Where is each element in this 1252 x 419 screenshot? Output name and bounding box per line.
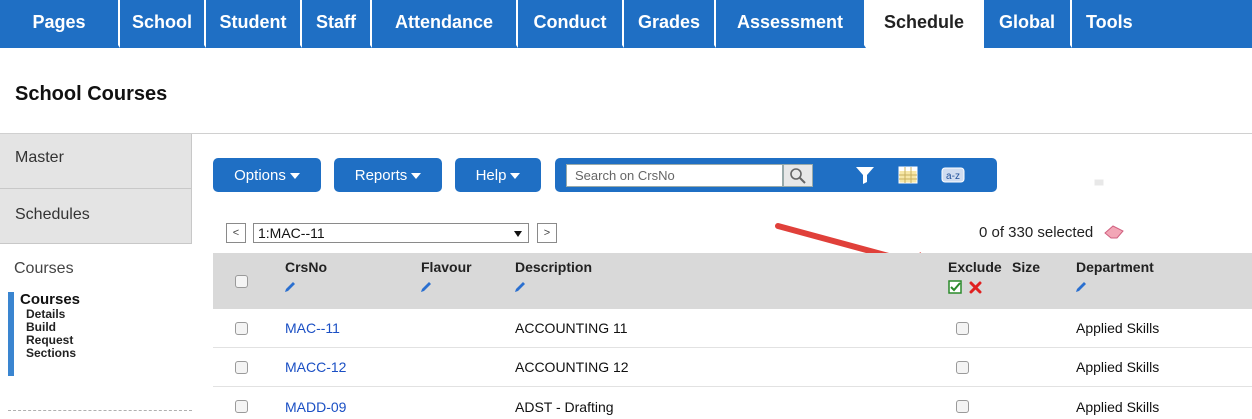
column-header-description[interactable]: Description bbox=[515, 259, 592, 275]
exclude-checkbox[interactable] bbox=[956, 322, 969, 335]
next-record-button[interactable]: > bbox=[537, 223, 557, 243]
tab-label: Staff bbox=[316, 12, 356, 32]
tab-label: Attendance bbox=[394, 12, 493, 32]
sidebar-tab-schedules[interactable]: Schedules bbox=[0, 189, 192, 244]
tab-schedule[interactable]: Schedule bbox=[866, 0, 984, 48]
exclude-checkbox[interactable] bbox=[956, 361, 969, 374]
options-button[interactable]: Options bbox=[213, 158, 321, 192]
table-row[interactable]: MADD-09 ADST - Drafting Applied Skills bbox=[213, 387, 1252, 419]
tab-student[interactable]: Student bbox=[206, 0, 302, 48]
table-header: CrsNo Flavour Description Exclude Size D… bbox=[213, 253, 1252, 309]
print-icon[interactable] bbox=[1089, 165, 1109, 187]
eraser-icon[interactable] bbox=[1103, 224, 1125, 240]
department-cell: Applied Skills bbox=[1076, 359, 1160, 375]
department-cell: Applied Skills bbox=[1076, 320, 1160, 336]
search-input[interactable] bbox=[566, 164, 783, 187]
description-cell: ACCOUNTING 12 bbox=[515, 359, 629, 375]
column-header-department[interactable]: Department bbox=[1076, 259, 1154, 275]
help-label: Help bbox=[475, 166, 507, 184]
prev-record-button[interactable]: < bbox=[226, 223, 246, 243]
filter-icon[interactable] bbox=[854, 165, 876, 185]
check-all-icon[interactable] bbox=[948, 280, 962, 294]
tab-tools[interactable]: Tools bbox=[1072, 0, 1252, 48]
top-nav: Pages School Student Staff Attendance Co… bbox=[0, 0, 1252, 48]
tab-school[interactable]: School bbox=[120, 0, 206, 48]
edit-pencil-icon[interactable] bbox=[420, 281, 432, 293]
record-select-value: 1:MAC--11 bbox=[258, 225, 325, 241]
next-label: > bbox=[543, 227, 551, 239]
sidebar-subnav-title[interactable]: Courses bbox=[20, 292, 192, 308]
select-all-checkbox[interactable] bbox=[235, 275, 248, 288]
sidebar-subnav: Courses Details Build Request Sections bbox=[8, 292, 192, 376]
dropdown-arrow-icon bbox=[514, 231, 522, 237]
page-title: School Courses bbox=[15, 83, 168, 105]
exclude-checkbox[interactable] bbox=[956, 400, 969, 413]
edit-pencil-icon[interactable] bbox=[514, 281, 526, 293]
caret-down-icon bbox=[289, 173, 300, 179]
description-cell: ACCOUNTING 11 bbox=[515, 320, 628, 336]
tab-label: School bbox=[131, 12, 192, 32]
tab-assessment[interactable]: Assessment bbox=[716, 0, 866, 48]
svg-text:a-z: a-z bbox=[946, 171, 960, 182]
tab-label: Assessment bbox=[736, 12, 844, 32]
sidebar-item-sections[interactable]: Sections bbox=[20, 347, 192, 360]
selection-count-text: 0 of 330 selected bbox=[979, 224, 1094, 241]
sort-az-icon[interactable]: a-z bbox=[941, 165, 965, 185]
edit-pencil-icon[interactable] bbox=[284, 281, 296, 293]
sidebar-tab-master[interactable]: Master bbox=[0, 134, 192, 189]
table-row[interactable]: MACC-12 ACCOUNTING 12 Applied Skills bbox=[213, 348, 1252, 387]
tab-label: Global bbox=[998, 12, 1055, 32]
column-header-size[interactable]: Size bbox=[1012, 259, 1040, 275]
tab-label: Student bbox=[219, 12, 287, 32]
description-cell: ADST - Drafting bbox=[515, 399, 614, 415]
tab-attendance[interactable]: Attendance bbox=[372, 0, 518, 48]
tab-label: Pages bbox=[32, 12, 86, 32]
sidebar-current-section[interactable]: Courses bbox=[14, 260, 74, 278]
column-header-crsno[interactable]: CrsNo bbox=[285, 259, 327, 275]
edit-pencil-icon[interactable] bbox=[1075, 281, 1087, 293]
sidebar-tab-label: Master bbox=[15, 149, 64, 166]
tab-global[interactable]: Global bbox=[984, 0, 1072, 48]
reports-label: Reports bbox=[354, 166, 408, 184]
column-header-exclude[interactable]: Exclude bbox=[948, 259, 1002, 275]
reports-button[interactable]: Reports bbox=[334, 158, 442, 192]
selection-count: 0 of 330 selected bbox=[979, 224, 1125, 241]
search-button[interactable] bbox=[783, 164, 813, 187]
row-checkbox[interactable] bbox=[235, 361, 248, 374]
options-label: Options bbox=[234, 166, 286, 184]
tab-label: Conduct bbox=[533, 12, 607, 32]
column-header-flavour[interactable]: Flavour bbox=[421, 259, 472, 275]
row-checkbox[interactable] bbox=[235, 322, 248, 335]
tab-grades[interactable]: Grades bbox=[624, 0, 716, 48]
sidebar-tab-label: Schedules bbox=[15, 206, 90, 223]
table-row[interactable]: MAC--11 ACCOUNTING 11 Applied Skills bbox=[213, 309, 1252, 348]
grid-icon[interactable] bbox=[898, 165, 918, 185]
caret-down-icon bbox=[510, 173, 521, 179]
search-icon bbox=[790, 168, 806, 184]
tab-pages[interactable]: Pages bbox=[0, 0, 120, 48]
crsno-link[interactable]: MADD-09 bbox=[285, 399, 346, 415]
tab-staff[interactable]: Staff bbox=[302, 0, 372, 48]
tab-label: Schedule bbox=[883, 12, 965, 32]
caret-down-icon bbox=[411, 173, 422, 179]
tab-label: Grades bbox=[637, 12, 701, 32]
prev-label: < bbox=[232, 227, 240, 239]
sidebar-divider bbox=[8, 410, 192, 411]
title-bar: School Courses bbox=[0, 48, 1252, 134]
sidebar: Master Schedules Courses Courses Details… bbox=[0, 134, 192, 419]
clear-all-icon[interactable] bbox=[969, 281, 982, 294]
row-checkbox[interactable] bbox=[235, 400, 248, 413]
help-button[interactable]: Help bbox=[455, 158, 541, 192]
tab-conduct[interactable]: Conduct bbox=[518, 0, 624, 48]
department-cell: Applied Skills bbox=[1076, 399, 1160, 415]
crsno-link[interactable]: MACC-12 bbox=[285, 359, 346, 375]
tab-label: Tools bbox=[1086, 12, 1133, 32]
crsno-link[interactable]: MAC--11 bbox=[285, 320, 340, 336]
record-select[interactable]: 1:MAC--11 bbox=[253, 223, 529, 243]
chart-icon[interactable] bbox=[1046, 166, 1066, 186]
tool-strip: a-z bbox=[555, 158, 997, 192]
